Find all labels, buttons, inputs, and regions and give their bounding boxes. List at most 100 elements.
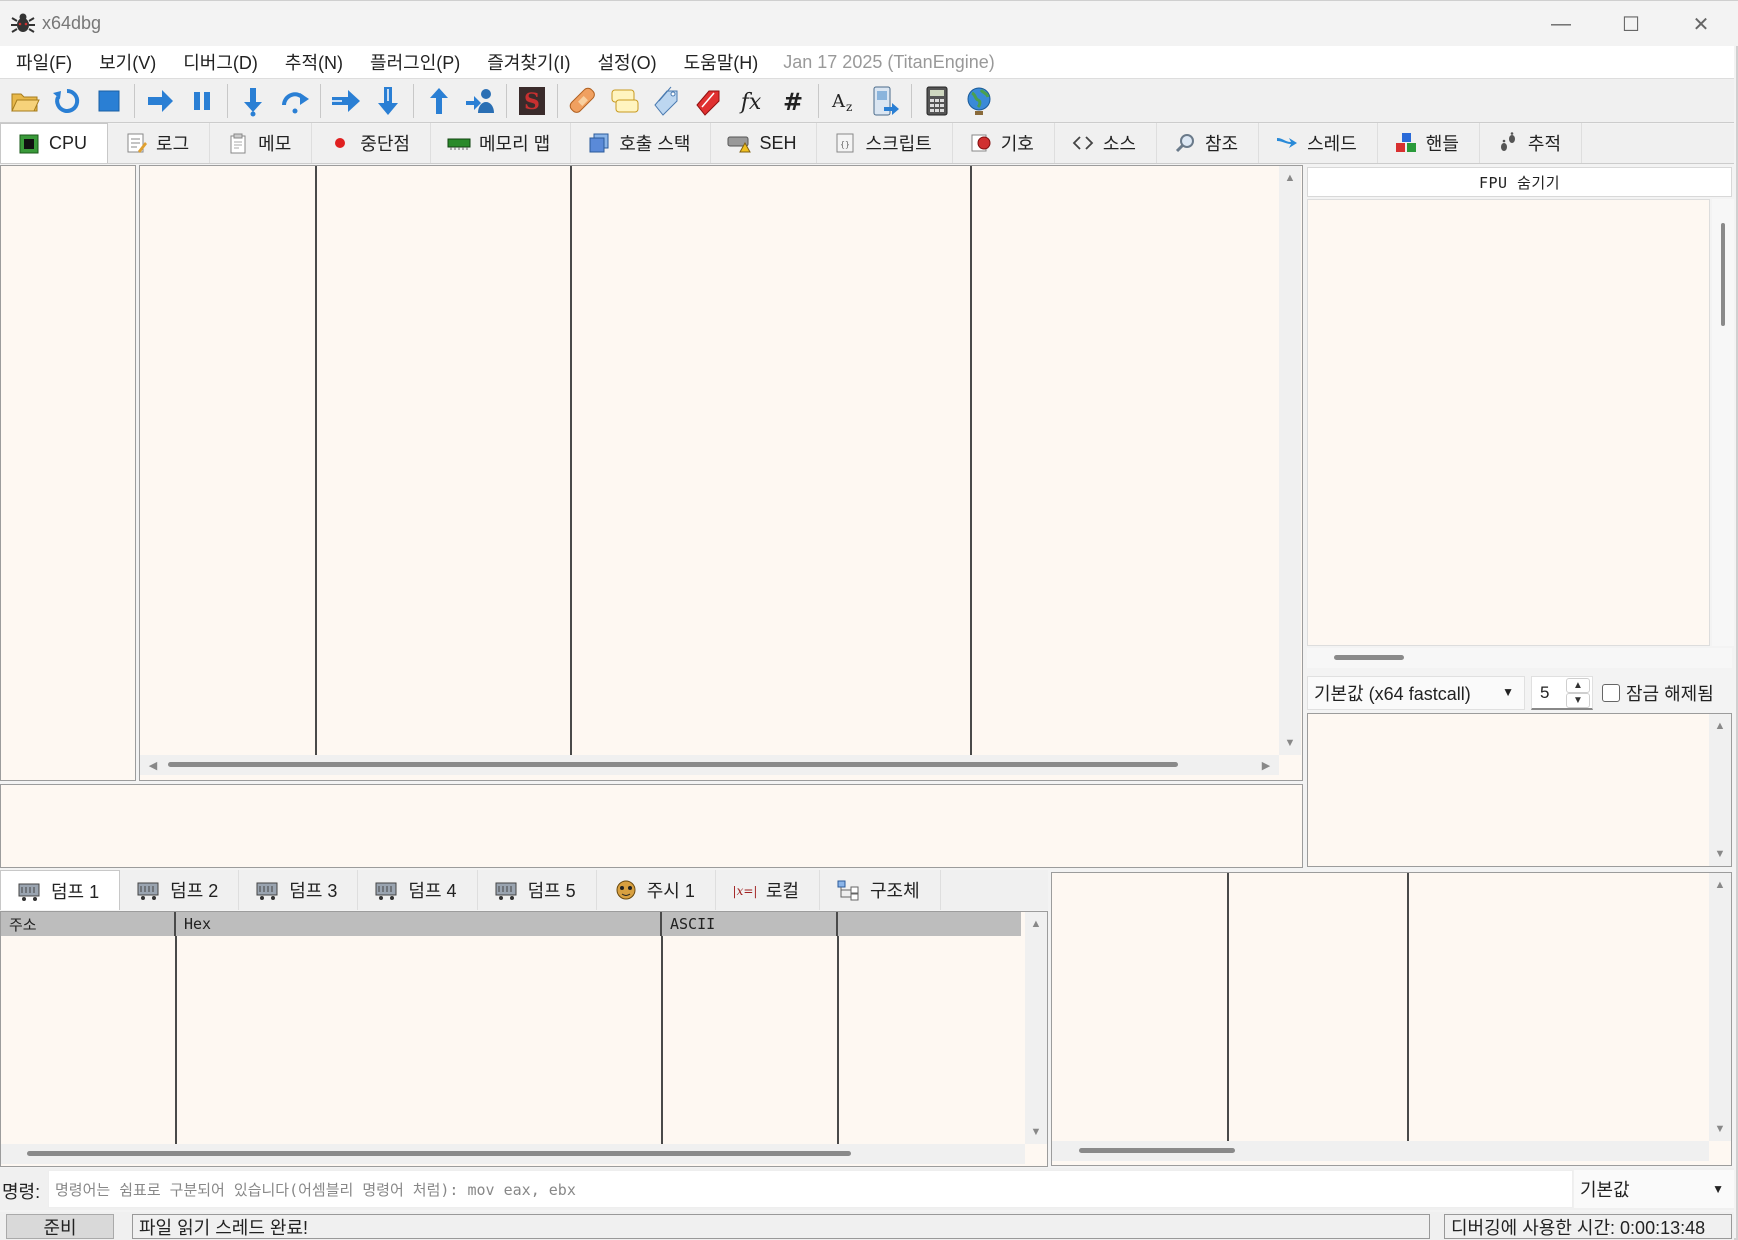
menu-plugins[interactable]: 플러그인(P) [360, 49, 477, 75]
registers-vertical-scrollbar[interactable] [1712, 199, 1734, 646]
tab-breakpoints[interactable]: 중단점 [312, 123, 431, 163]
scroll-left-icon[interactable]: ◀ [142, 759, 164, 772]
stop-button[interactable] [88, 81, 130, 121]
stack-vertical-scrollbar[interactable]: ▲ ▼ [1709, 873, 1731, 1141]
restart-button[interactable] [46, 81, 88, 121]
execute-till-return-button[interactable] [418, 81, 460, 121]
tab-watch-1[interactable]: 주시 1 [597, 870, 716, 910]
scroll-up-icon[interactable]: ▲ [1709, 879, 1731, 891]
tab-dump-5[interactable]: 덤프 5 [478, 870, 597, 910]
tab-call-stack[interactable]: 호출 스택 [571, 123, 712, 163]
step-into-button[interactable] [232, 81, 274, 121]
disassembly-vertical-scrollbar[interactable]: ▲ ▼ [1279, 166, 1301, 755]
menu-favourites[interactable]: 즐겨찾기(I) [477, 49, 587, 75]
column-header-address[interactable]: 주소 [1, 912, 176, 936]
fpu-toggle-button[interactable]: FPU 숨기기 [1307, 167, 1732, 197]
run-to-user-code-button[interactable] [460, 81, 502, 121]
dump-vertical-scrollbar[interactable]: ▲ ▼ [1025, 912, 1047, 1144]
patches-button[interactable] [562, 81, 604, 121]
pause-button[interactable] [181, 81, 223, 121]
column-header-extra[interactable] [838, 912, 1021, 936]
menu-trace[interactable]: 추적(N) [275, 49, 360, 75]
bookmarks-button[interactable] [688, 81, 730, 121]
registers-pane[interactable] [1307, 199, 1710, 646]
disassembly-horizontal-scrollbar[interactable]: ◀ ▶ [140, 755, 1279, 775]
calling-convention-select[interactable]: 기본값 (x64 fastcall) ▼ [1307, 676, 1525, 710]
tab-locals[interactable]: |x=| 로컬 [716, 870, 820, 910]
menu-debug[interactable]: 디버그(D) [173, 49, 275, 75]
tab-threads[interactable]: 스레드 [1259, 123, 1378, 163]
tab-dump-2[interactable]: 덤프 2 [120, 870, 240, 910]
arguments-vertical-scrollbar[interactable]: ▲ ▼ [1709, 714, 1731, 866]
scroll-down-icon[interactable]: ▼ [1709, 1123, 1731, 1135]
run-button[interactable] [139, 81, 181, 121]
hash-button[interactable]: # [772, 81, 814, 121]
tab-trace[interactable]: 추적 [1480, 123, 1583, 163]
tab-cpu[interactable]: CPU [0, 123, 109, 163]
tab-memory-map[interactable]: 메모리 맵 [431, 123, 572, 163]
scroll-thumb[interactable] [1721, 223, 1725, 326]
column-header-ascii[interactable]: ASCII [662, 912, 838, 936]
scroll-down-icon[interactable]: ▼ [1709, 848, 1731, 860]
scroll-thumb[interactable] [1079, 1148, 1235, 1153]
tab-label: 추적 [1527, 134, 1562, 154]
calls-button[interactable] [865, 81, 907, 121]
decrement-icon[interactable]: ▼ [1566, 693, 1590, 708]
scroll-thumb[interactable] [1334, 655, 1404, 660]
tab-references[interactable]: 참조 [1157, 123, 1260, 163]
dump-horizontal-scrollbar[interactable] [1, 1144, 1025, 1164]
tab-log[interactable]: 로그 [108, 123, 211, 163]
comments-button[interactable] [604, 81, 646, 121]
command-mode-select[interactable]: 기본값 ▼ [1574, 1170, 1734, 1208]
disassembly-pane[interactable]: ▲ ▼ ◀ ▶ [139, 165, 1303, 781]
scroll-thumb[interactable] [168, 762, 1178, 767]
scroll-up-icon[interactable]: ▲ [1279, 172, 1301, 184]
tab-struct[interactable]: 구조체 [820, 870, 941, 910]
calling-convention-value: 기본값 (x64 fastcall) [1314, 684, 1471, 704]
trace-into-button[interactable] [325, 81, 367, 121]
functions-button[interactable]: fx [730, 81, 772, 121]
command-input[interactable]: 명령어는 쉼표로 구분되어 있습니다(어셈블리 명령어 처럼): mov eax… [48, 1170, 1573, 1208]
increment-icon[interactable]: ▲ [1566, 678, 1590, 693]
close-button[interactable]: ✕ [1666, 1, 1736, 47]
unlock-checkbox[interactable]: 잠금 해제됨 [1602, 680, 1714, 706]
labels-button[interactable] [646, 81, 688, 121]
tab-source[interactable]: 소스 [1055, 123, 1157, 163]
menu-help[interactable]: 도움말(H) [674, 49, 776, 75]
strings-button[interactable]: Az [823, 81, 865, 121]
menu-view[interactable]: 보기(V) [89, 49, 173, 75]
web-button[interactable] [958, 81, 1000, 121]
scroll-down-icon[interactable]: ▼ [1279, 737, 1301, 749]
maximize-button[interactable]: ☐ [1596, 1, 1666, 47]
scroll-up-icon[interactable]: ▲ [1709, 720, 1731, 732]
tab-symbols[interactable]: 기호 [953, 123, 1055, 163]
tab-seh[interactable]: SEH [711, 123, 818, 163]
column-header-hex[interactable]: Hex [176, 912, 662, 936]
checkbox-box[interactable] [1602, 684, 1620, 702]
trace-over-button[interactable] [367, 81, 409, 121]
tab-notes[interactable]: 메모 [210, 123, 313, 163]
arguments-pane[interactable]: ▲ ▼ [1307, 713, 1732, 867]
scroll-right-icon[interactable]: ▶ [1255, 759, 1277, 772]
menu-file[interactable]: 파일(F) [6, 49, 89, 75]
tab-dump-1[interactable]: 덤프 1 [0, 870, 121, 910]
scroll-down-icon[interactable]: ▼ [1025, 1126, 1047, 1138]
stack-pane[interactable]: ▲ ▼ [1051, 872, 1732, 1166]
scylla-button[interactable]: S [511, 81, 553, 121]
registers-horizontal-scrollbar[interactable] [1307, 648, 1732, 668]
argument-count-spinbox[interactable]: 5 ▲ ▼ [1531, 676, 1593, 710]
scroll-thumb[interactable] [27, 1151, 851, 1156]
calculator-button[interactable] [916, 81, 958, 121]
tab-dump-4[interactable]: 덤프 4 [358, 870, 478, 910]
stack-horizontal-scrollbar[interactable] [1052, 1141, 1709, 1161]
tab-dump-3[interactable]: 덤프 3 [239, 870, 359, 910]
step-over-button[interactable] [274, 81, 316, 121]
scroll-up-icon[interactable]: ▲ [1025, 918, 1047, 930]
dump-pane[interactable]: ▲ ▼ [0, 911, 1048, 1167]
minimize-button[interactable]: — [1526, 1, 1596, 47]
time-elapsed: 디버깅에 사용한 시간: 0:00:13:48 [1444, 1214, 1732, 1239]
open-button[interactable] [4, 81, 46, 121]
tab-script[interactable]: {} 스크립트 [817, 123, 953, 163]
menu-options[interactable]: 설정(O) [587, 49, 673, 75]
tab-handles[interactable]: 핸들 [1378, 123, 1480, 163]
